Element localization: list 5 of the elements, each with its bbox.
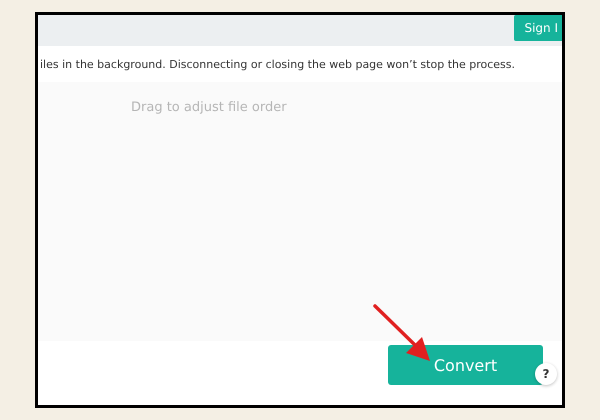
drop-hint: Drag to adjust file order [131, 100, 287, 115]
sign-in-button[interactable]: Sign I [514, 15, 562, 41]
help-button[interactable]: ? [535, 363, 557, 385]
notice-text: iles in the background. Disconnecting or closing the web page won’t stop the process. [40, 58, 516, 70]
convert-button[interactable]: Convert [388, 345, 543, 385]
